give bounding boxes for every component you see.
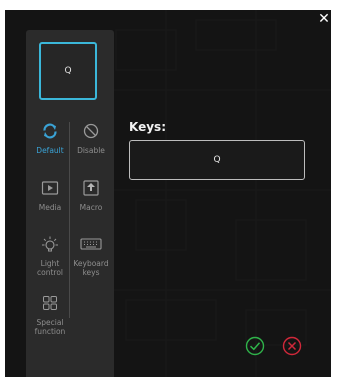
option-default[interactable]: Default [30, 122, 70, 155]
key-input-value: Q [213, 155, 221, 165]
keys-heading: Keys: [129, 120, 166, 134]
macro-icon [71, 179, 111, 199]
special-function-icon [30, 294, 70, 314]
light-bulb-icon [30, 235, 70, 255]
check-icon [245, 336, 265, 356]
option-disable[interactable]: Disable [71, 122, 111, 155]
option-special-function-label: Special function [34, 318, 66, 336]
option-macro[interactable]: Macro [71, 179, 111, 212]
option-keyboard-keys[interactable]: Keyboard keys [71, 235, 111, 277]
option-media[interactable]: Media [30, 179, 70, 212]
option-disable-label: Disable [77, 146, 105, 155]
cancel-button[interactable] [282, 336, 302, 356]
keyboard-icon [71, 235, 111, 255]
option-special-function[interactable]: Special function [30, 294, 70, 336]
key-input[interactable]: Q [129, 140, 305, 180]
cancel-x-icon [282, 336, 302, 356]
media-icon [30, 179, 70, 199]
close-icon[interactable]: ✕ [317, 12, 331, 26]
option-default-label: Default [36, 146, 64, 155]
option-macro-label: Macro [79, 203, 103, 212]
key-preview-label: Q [64, 66, 72, 76]
confirm-button[interactable] [245, 336, 265, 356]
function-sidebar: Q Default Disable Media Macro Light cont… [26, 30, 114, 377]
option-light-control-label: Light control [37, 259, 63, 277]
option-media-label: Media [38, 203, 62, 212]
disable-icon [71, 122, 111, 142]
option-keyboard-keys-label: Keyboard keys [73, 259, 109, 277]
key-assign-dialog: Q Default Disable Media Macro Light cont… [5, 10, 331, 377]
background-pattern [106, 10, 331, 377]
key-preview[interactable]: Q [39, 42, 97, 100]
refresh-icon [30, 122, 70, 142]
option-light-control[interactable]: Light control [30, 235, 70, 277]
